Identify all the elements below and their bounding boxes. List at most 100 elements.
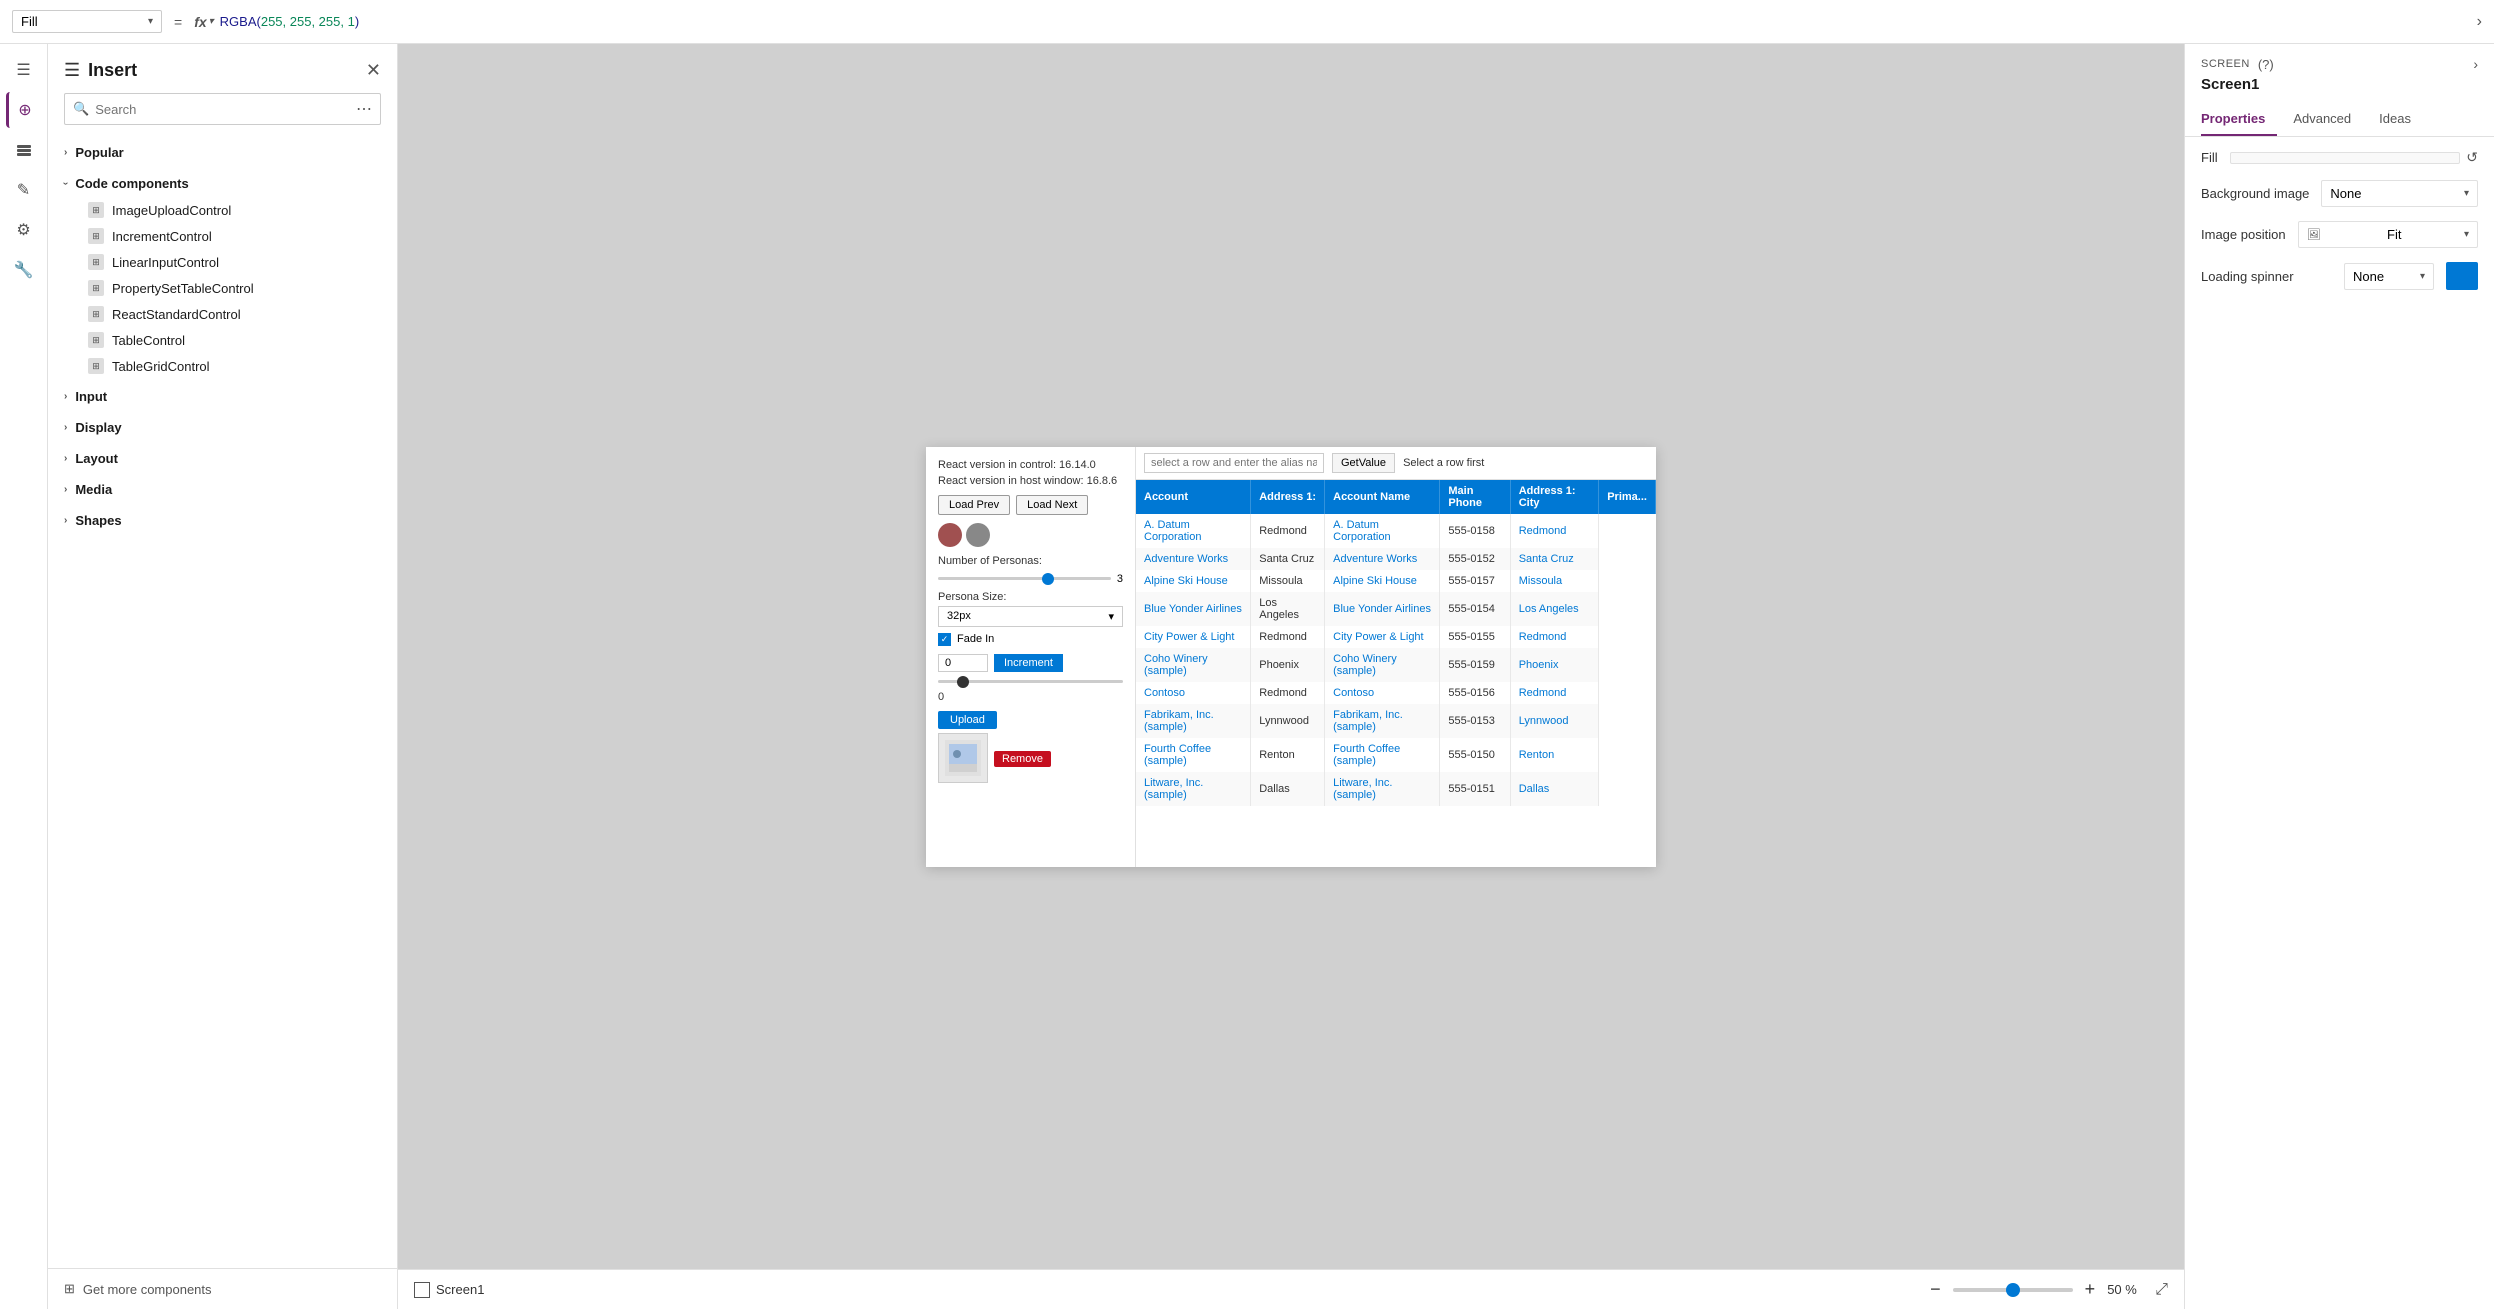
sidebar-icon-hamburger[interactable]: ☰ xyxy=(6,52,42,88)
sidebar-icon-add[interactable]: ⊕ xyxy=(6,92,42,128)
search-input[interactable] xyxy=(95,102,350,117)
tree-item-linear-input[interactable]: ⊞ LinearInputControl xyxy=(64,249,397,275)
loading-spinner-row: Loading spinner None ▾ xyxy=(2201,262,2478,290)
load-next-button[interactable]: Load Next xyxy=(1016,495,1088,515)
upload-button[interactable]: Upload xyxy=(938,711,997,729)
frame-right-panel: GetValue Select a row first Account Addr… xyxy=(1136,447,1656,867)
alias-input[interactable] xyxy=(1144,453,1324,473)
more-options-icon[interactable]: ⋯ xyxy=(356,99,372,119)
table-row[interactable]: Alpine Ski HouseMissoulaAlpine Ski House… xyxy=(1136,570,1656,592)
loading-spinner-dropdown[interactable]: None ▾ xyxy=(2344,263,2434,290)
fill-property-value-box: ↺ xyxy=(2230,149,2478,166)
help-icon[interactable]: (?) xyxy=(2258,57,2274,72)
section-popular-header[interactable]: › Popular xyxy=(48,139,397,166)
right-panel-screen-name: Screen1 xyxy=(2185,76,2494,103)
hamburger-icon[interactable]: ☰ xyxy=(64,60,80,81)
linear-input-icon: ⊞ xyxy=(88,254,104,270)
right-panel-header: SCREEN (?) › xyxy=(2185,44,2494,76)
table-cell: Renton xyxy=(1510,738,1598,772)
get-value-button[interactable]: GetValue xyxy=(1332,453,1395,473)
zoom-slider-thumb xyxy=(2006,1283,2020,1297)
section-code-components: › Code components ⊞ ImageUploadControl ⊞… xyxy=(48,168,397,381)
tree-item-table[interactable]: ⊞ TableControl xyxy=(64,327,397,353)
tree-item-property-set[interactable]: ⊞ PropertySetTableControl xyxy=(64,275,397,301)
zoom-plus-button[interactable]: + xyxy=(2081,1279,2100,1300)
range-track[interactable] xyxy=(938,680,1123,683)
persona-size-dropdown[interactable]: 32px ▾ xyxy=(938,606,1123,627)
code-components-arrow: › xyxy=(60,182,71,185)
tree-item-react-standard[interactable]: ⊞ ReactStandardControl xyxy=(64,301,397,327)
table-row[interactable]: A. Datum CorporationRedmondA. Datum Corp… xyxy=(1136,514,1656,548)
load-buttons: Load Prev Load Next xyxy=(938,495,1123,515)
fx-label[interactable]: fx ▾ xyxy=(194,14,213,30)
personas-slider-track[interactable] xyxy=(938,577,1111,580)
select-row-text: Select a row first xyxy=(1403,457,1484,469)
zoom-slider[interactable] xyxy=(1953,1288,2073,1292)
table-cell: Redmond xyxy=(1510,682,1598,704)
range-slider-row: 0 xyxy=(938,680,1123,703)
increment-icon: ⊞ xyxy=(88,228,104,244)
tree-item-image-upload[interactable]: ⊞ ImageUploadControl xyxy=(64,197,397,223)
fade-in-checkbox[interactable]: ✓ xyxy=(938,633,951,646)
increment-label: IncrementControl xyxy=(112,229,212,244)
increment-button[interactable]: Increment xyxy=(994,654,1063,672)
alias-row: GetValue Select a row first xyxy=(1136,447,1656,480)
linear-input-label: LinearInputControl xyxy=(112,255,219,270)
remove-button[interactable]: Remove xyxy=(994,751,1051,767)
expand-icon[interactable]: ⤢ xyxy=(2155,1281,2168,1299)
tab-ideas[interactable]: Ideas xyxy=(2379,103,2423,136)
section-input-header[interactable]: › Input xyxy=(48,383,397,410)
table-cell: Fourth Coffee (sample) xyxy=(1136,738,1251,772)
tree-item-table-grid[interactable]: ⊞ TableGridControl xyxy=(64,353,397,379)
section-code-header[interactable]: › Code components xyxy=(48,170,397,197)
fill-dropdown-arrow: ▾ xyxy=(148,16,153,27)
sidebar-icon-edit[interactable]: ✎ xyxy=(6,172,42,208)
table-row[interactable]: Adventure WorksSanta CruzAdventure Works… xyxy=(1136,548,1656,570)
screen-tab-icon xyxy=(414,1282,430,1298)
formula-value: RGBA(255, 255, 255, 1) xyxy=(220,14,360,29)
fill-dropdown[interactable]: Fill ▾ xyxy=(12,10,162,33)
sidebar-icon-wrench[interactable]: 🔧 xyxy=(6,252,42,288)
table-row[interactable]: Coho Winery (sample)PhoenixCoho Winery (… xyxy=(1136,648,1656,682)
tab-properties[interactable]: Properties xyxy=(2201,103,2277,136)
table-row[interactable]: Blue Yonder AirlinesLos AngelesBlue Yond… xyxy=(1136,592,1656,626)
table-row[interactable]: ContosoRedmondContoso555-0156Redmond xyxy=(1136,682,1656,704)
load-prev-button[interactable]: Load Prev xyxy=(938,495,1010,515)
right-panel-chevron[interactable]: › xyxy=(2473,56,2478,72)
get-more-icon: ⊞ xyxy=(64,1281,75,1297)
top-bar: Fill ▾ = fx ▾ RGBA(255, 255, 255, 1) › xyxy=(0,0,2494,44)
table-cell: Coho Winery (sample) xyxy=(1325,648,1440,682)
table-row[interactable]: Fabrikam, Inc. (sample)LynnwoodFabrikam,… xyxy=(1136,704,1656,738)
screen-label: SCREEN xyxy=(2201,58,2250,70)
table-cell: Contoso xyxy=(1136,682,1251,704)
data-table: Account Address 1: Account Name Main Pho… xyxy=(1136,480,1656,806)
close-icon[interactable]: ✕ xyxy=(366,60,381,81)
section-layout-header[interactable]: › Layout xyxy=(48,445,397,472)
chevron-right-icon[interactable]: › xyxy=(2477,13,2482,31)
bg-image-dropdown[interactable]: None ▾ xyxy=(2321,180,2478,207)
img-position-dropdown[interactable]: 🖼 Fit ▾ xyxy=(2298,221,2478,248)
table-row[interactable]: Litware, Inc. (sample)DallasLitware, Inc… xyxy=(1136,772,1656,806)
loading-spinner-color-box[interactable] xyxy=(2446,262,2478,290)
shapes-label: Shapes xyxy=(75,513,121,528)
section-media-header[interactable]: › Media xyxy=(48,476,397,503)
fade-in-row: ✓ Fade In xyxy=(938,633,1123,646)
table-row[interactable]: City Power & LightRedmondCity Power & Li… xyxy=(1136,626,1656,648)
col-main-phone: Main Phone xyxy=(1440,480,1510,514)
fill-input[interactable] xyxy=(2230,152,2461,164)
section-popular: › Popular xyxy=(48,137,397,168)
tree-item-increment[interactable]: ⊞ IncrementControl xyxy=(64,223,397,249)
tab-advanced[interactable]: Advanced xyxy=(2293,103,2363,136)
get-more-components-link[interactable]: ⊞ Get more components xyxy=(48,1268,397,1309)
fill-reset-icon[interactable]: ↺ xyxy=(2466,149,2478,166)
zoom-minus-button[interactable]: − xyxy=(1926,1279,1945,1300)
increment-input[interactable] xyxy=(938,654,988,672)
sidebar-icon-layers[interactable] xyxy=(6,132,42,168)
react-version-control: React version in control: 16.14.0 xyxy=(938,459,1123,471)
sidebar-icon-gear[interactable]: ⚙ xyxy=(6,212,42,248)
section-shapes-header[interactable]: › Shapes xyxy=(48,507,397,534)
table-cell: 555-0158 xyxy=(1440,514,1510,548)
section-display-header[interactable]: › Display xyxy=(48,414,397,441)
screen-tab[interactable]: Screen1 xyxy=(414,1282,484,1298)
table-row[interactable]: Fourth Coffee (sample)RentonFourth Coffe… xyxy=(1136,738,1656,772)
